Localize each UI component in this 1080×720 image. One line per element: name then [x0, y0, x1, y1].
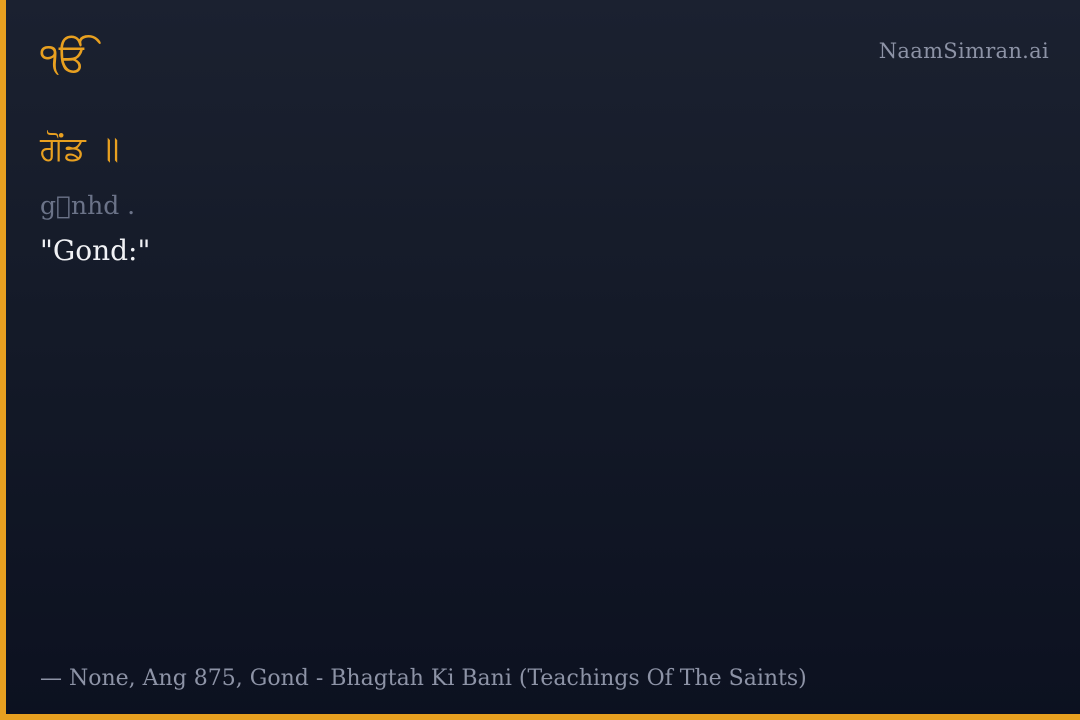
left-accent-bar	[0, 0, 6, 720]
verse-source: — None, Ang 875, Gond - Bhagtah Ki Bani …	[40, 666, 807, 691]
ik-onkar-symbol: ੴ	[40, 35, 89, 81]
bottom-accent-bar	[0, 714, 1080, 720]
verse-translation: "Gond:"	[40, 234, 151, 267]
verse-transliteration: g nhd .	[40, 191, 136, 220]
brand-label: NaamSimran.ai	[878, 39, 1049, 63]
verse-gurmukhi: ਗੋਂਡ ॥	[40, 129, 120, 169]
